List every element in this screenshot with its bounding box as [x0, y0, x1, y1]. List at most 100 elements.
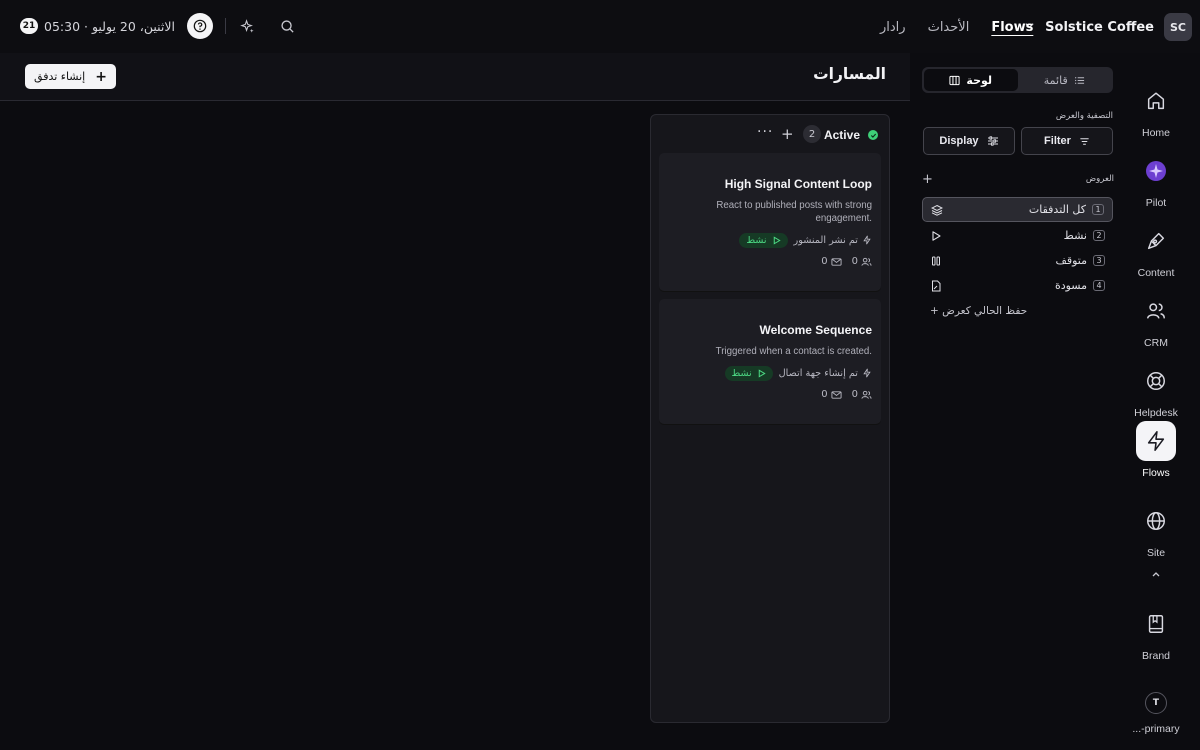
- display-button[interactable]: Display: [923, 127, 1015, 155]
- view-count: 1: [1092, 204, 1104, 215]
- rail-item-helpdesk[interactable]: Helpdesk: [1125, 361, 1187, 421]
- view-draft[interactable]: مسودة 4: [922, 273, 1113, 298]
- list-icon: [1074, 76, 1084, 84]
- status-badge: نشط: [739, 232, 788, 248]
- rail-item-site[interactable]: Site: [1125, 501, 1187, 561]
- rail-label: Content: [1137, 267, 1175, 279]
- date-time: 21 الاثنين، 20 يوليو · 05:30: [20, 18, 175, 34]
- check-circle-icon: [868, 130, 878, 140]
- rail-item-account[interactable]: T ...-primary: [1125, 683, 1187, 743]
- rail-label: Home: [1141, 127, 1170, 139]
- contacts-stat: 0: [852, 389, 872, 400]
- card-meta: نشط تم إنشاء جهة اتصال: [724, 365, 873, 381]
- card-desc-line: Triggered when a contact is created.: [715, 346, 872, 357]
- rail-label: CRM: [1144, 337, 1168, 349]
- contacts-count: 0: [851, 389, 858, 400]
- search-button[interactable]: [278, 16, 298, 36]
- toggle-list[interactable]: قائمة: [1018, 69, 1112, 91]
- pause-icon: [932, 256, 940, 265]
- page-header: المسارات إنشاء تدفق +: [0, 53, 910, 101]
- users-icon: [1136, 291, 1176, 331]
- toggle-list-label: قائمة: [1043, 73, 1068, 87]
- trigger-label: تم إنشاء جهة اتصال: [778, 367, 858, 379]
- card-description: React to published posts with strong eng…: [692, 199, 872, 225]
- mail-icon: [831, 257, 842, 266]
- nav-flows[interactable]: Flows: [991, 20, 1033, 35]
- search-icon: [281, 19, 295, 33]
- view-label: نشط: [1063, 229, 1087, 242]
- lightning-icon: [1136, 421, 1176, 461]
- card-description: Triggered when a contact is created.: [692, 345, 872, 358]
- nav-radar[interactable]: رادار: [880, 20, 906, 35]
- card-desc-line: engagement.: [815, 213, 872, 224]
- workspace-name[interactable]: Solstice Coffee: [1045, 20, 1154, 35]
- column-title: Active: [823, 128, 860, 142]
- card-meta: نشط تم نشر المنشور: [739, 232, 872, 248]
- page-title: المسارات: [813, 65, 886, 83]
- board-column-active: Active 2 + ··· High Signal Content Loop …: [650, 114, 890, 723]
- help-button[interactable]: [186, 13, 213, 39]
- trigger: تم إنشاء جهة اتصال: [779, 368, 872, 379]
- top-utilities: 21 الاثنين، 20 يوليو · 05:30: [20, 12, 298, 40]
- toggle-board[interactable]: لوحة: [924, 69, 1018, 91]
- create-flow-button[interactable]: إنشاء تدفق +: [25, 64, 116, 89]
- add-card-button[interactable]: +: [781, 125, 794, 143]
- pen-icon: [1136, 221, 1176, 261]
- view-paused[interactable]: متوقف 3: [922, 248, 1113, 273]
- card-title: High Signal Content Loop: [724, 177, 872, 191]
- email-count: 0: [821, 256, 828, 267]
- play-icon: [932, 230, 941, 241]
- users-icon: [861, 257, 872, 266]
- rail-item-pilot[interactable]: Pilot: [1125, 151, 1187, 211]
- sparkles-icon: [240, 18, 255, 33]
- date-badge: 21: [20, 18, 38, 34]
- help-icon: [193, 19, 207, 33]
- top-nav: رادار الأحداث Flows: [880, 15, 1033, 39]
- flow-card[interactable]: High Signal Content Loop React to publis…: [659, 153, 881, 291]
- status-label: نشط: [731, 367, 752, 379]
- rail-item-content[interactable]: Content: [1125, 221, 1187, 281]
- filter-section-label: التصفية والعرض: [1055, 111, 1113, 121]
- trigger-label: تم نشر المنشور: [793, 234, 858, 246]
- rail-label: ...-primary: [1132, 723, 1180, 735]
- play-icon: [773, 235, 781, 245]
- column-count: 2: [803, 125, 821, 143]
- rail-item-crm[interactable]: CRM: [1125, 291, 1187, 351]
- board-icon: [949, 75, 961, 85]
- email-count: 0: [821, 389, 828, 400]
- top-bar: Solstice Coffee SC رادار الأحداث Flows 2…: [0, 0, 1200, 53]
- workspace-switcher[interactable]: Solstice Coffee SC: [1024, 12, 1192, 42]
- layers-icon: [931, 204, 943, 216]
- view-label: كل التدفقات: [1028, 203, 1086, 216]
- view-active[interactable]: نشط 2: [922, 223, 1113, 248]
- nav-events[interactable]: الأحداث: [928, 20, 970, 35]
- view-count: 4: [1093, 280, 1105, 291]
- flow-card[interactable]: Welcome Sequence Triggered when a contac…: [659, 299, 881, 424]
- lifebuoy-icon: [1136, 361, 1176, 401]
- contacts-count: 0: [851, 256, 858, 267]
- filter-button[interactable]: Filter: [1021, 127, 1113, 155]
- view-count: 3: [1093, 255, 1105, 266]
- rail-label: Flows: [1142, 467, 1170, 479]
- chevron-up-icon: [1152, 572, 1160, 577]
- rail-collapse-toggle[interactable]: [1150, 565, 1162, 577]
- more-options-icon[interactable]: ···: [757, 124, 773, 140]
- workspace-avatar[interactable]: SC: [1164, 13, 1192, 41]
- status-badge: نشط: [724, 365, 773, 381]
- rail-item-flows[interactable]: Flows: [1125, 421, 1187, 481]
- play-icon: [758, 368, 766, 378]
- sparkle-button[interactable]: [238, 16, 258, 36]
- views-label: العروض: [1085, 174, 1114, 184]
- rail-item-brand[interactable]: Brand: [1125, 604, 1187, 664]
- rail-label: Site: [1146, 547, 1166, 559]
- save-current-view-link[interactable]: + حفظ الحالي كعرض: [930, 305, 1027, 317]
- status-label: نشط: [746, 234, 767, 246]
- rail-item-home[interactable]: Home: [1125, 81, 1187, 141]
- view-all-flows[interactable]: كل التدفقات 1: [922, 197, 1113, 222]
- add-view-icon[interactable]: +: [922, 172, 933, 187]
- email-stat: 0: [821, 389, 842, 400]
- email-stat: 0: [821, 256, 842, 267]
- view-count: 2: [1093, 230, 1105, 241]
- pilot-icon: [1136, 151, 1176, 191]
- divider: [224, 18, 226, 34]
